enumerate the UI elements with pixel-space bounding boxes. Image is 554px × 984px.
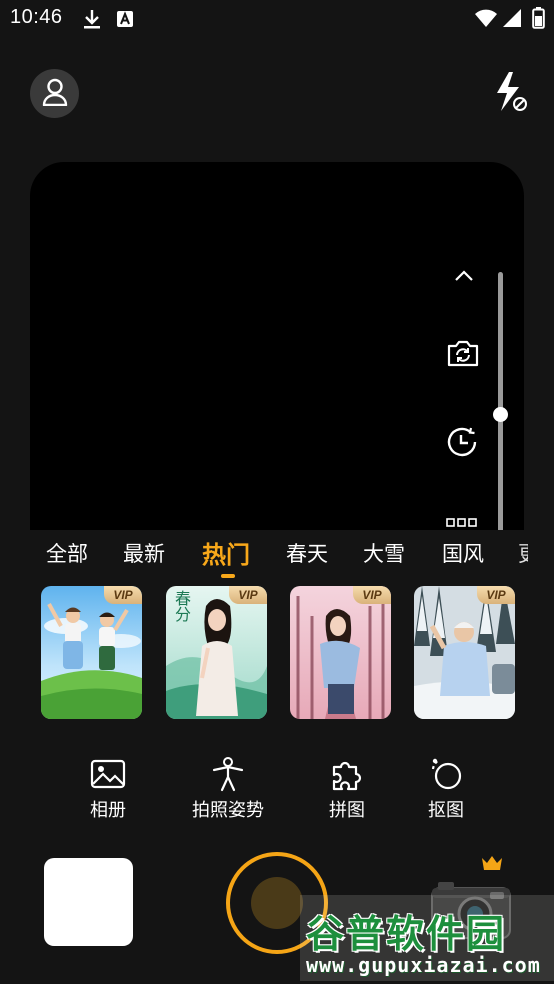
collapse-up-icon: [454, 267, 474, 286]
template-image-snow-forest: [414, 586, 515, 719]
crown-icon: [481, 855, 503, 875]
switch-camera-icon: [446, 339, 480, 371]
signal-icon: [502, 8, 522, 32]
status-time: 10:46: [10, 6, 63, 28]
timer-button[interactable]: [443, 424, 483, 464]
tool-album[interactable]: 相册: [58, 756, 158, 826]
tab-all[interactable]: 全部: [46, 538, 88, 568]
person-icon: [42, 78, 68, 110]
more-button[interactable]: [444, 512, 480, 530]
flash-toggle-button[interactable]: [490, 72, 530, 116]
puzzle-icon: [297, 756, 397, 792]
tab-heavy-snow[interactable]: 大雪: [363, 538, 405, 568]
template-card-pink-trees[interactable]: VIP: [290, 586, 391, 719]
template-image-pink-trees: [290, 586, 391, 719]
collapse-up-button[interactable]: [450, 262, 478, 290]
profile-button[interactable]: [30, 69, 79, 118]
cutout-icon: [396, 756, 496, 792]
zoom-slider-track[interactable]: [498, 272, 503, 530]
battery-icon: [532, 7, 545, 33]
flash-off-icon: [493, 71, 527, 117]
pose-icon: [178, 756, 278, 792]
vip-badge: VIP: [353, 586, 391, 604]
category-tabs: 全部 最新 热门 春天 大雪 国风 更: [0, 530, 554, 580]
switch-camera-button[interactable]: [443, 337, 483, 373]
watermark-url: www.gupuxiazai.com: [306, 953, 541, 977]
template-caption: 春分: [172, 590, 191, 622]
vip-badge: VIP: [104, 586, 142, 604]
tool-cutout-label: 抠图: [428, 800, 464, 821]
zoom-slider-thumb[interactable]: [493, 407, 508, 422]
template-card-snow-forest[interactable]: VIP: [414, 586, 515, 719]
status-bar: 10:46: [0, 0, 554, 38]
watermark: 谷普软件园 www.gupuxiazai.com: [300, 895, 554, 981]
active-tab-indicator: [221, 574, 235, 578]
tool-pose[interactable]: 拍照姿势: [178, 756, 278, 826]
template-card-kids[interactable]: VIP: [41, 586, 142, 719]
template-card-spring-girl[interactable]: 春分 VIP: [166, 586, 267, 719]
tool-cutout[interactable]: 抠图: [396, 756, 496, 826]
template-image-kids: [41, 586, 142, 719]
font-a-icon: [116, 10, 134, 32]
timer-icon: [445, 424, 481, 464]
more-grid-icon: [446, 512, 478, 531]
tab-spring[interactable]: 春天: [286, 538, 328, 568]
tab-hot[interactable]: 热门: [202, 535, 250, 570]
watermark-title: 谷普软件园: [306, 912, 507, 956]
image-icon: [58, 756, 158, 792]
vip-badge: VIP: [229, 586, 267, 604]
recent-photo-thumbnail[interactable]: [44, 858, 133, 946]
vip-badge: VIP: [477, 586, 515, 604]
wifi-icon: [474, 8, 498, 32]
tab-latest[interactable]: 最新: [123, 538, 165, 568]
tool-album-label: 相册: [90, 800, 126, 821]
download-icon: [82, 8, 102, 34]
shutter-inner: [251, 877, 303, 929]
tab-partial[interactable]: 更: [518, 538, 528, 568]
tool-collage-label: 拼图: [329, 800, 365, 821]
camera-viewfinder[interactable]: [30, 162, 524, 530]
tool-pose-label: 拍照姿势: [192, 800, 264, 821]
tab-guofeng[interactable]: 国风: [442, 538, 484, 568]
tool-collage[interactable]: 拼图: [297, 756, 397, 826]
